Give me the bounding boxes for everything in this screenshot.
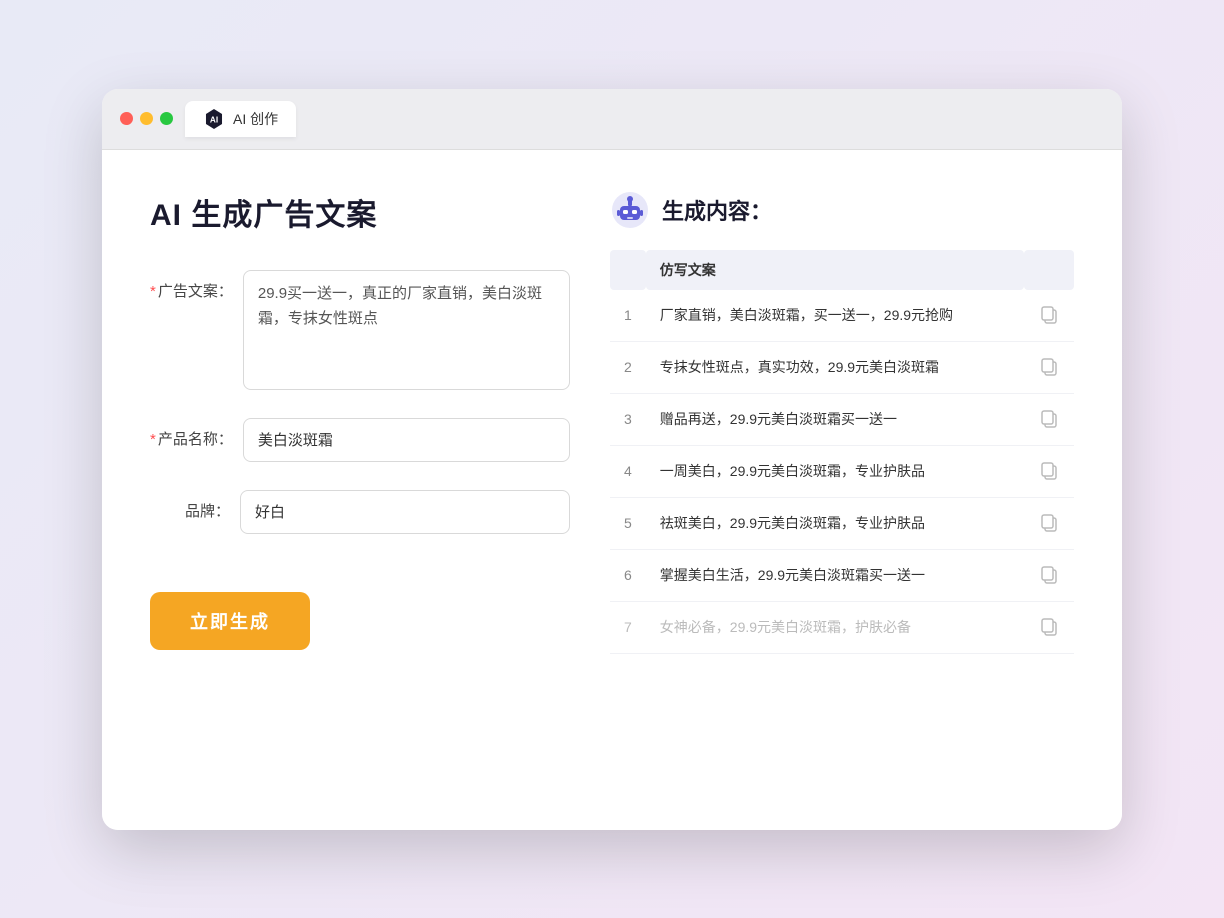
copy-icon[interactable] (1038, 511, 1060, 533)
table-row: 3 赠品再送，29.9元美白淡斑霜买一送一 (610, 393, 1074, 445)
maximize-button[interactable] (160, 112, 173, 125)
close-button[interactable] (120, 112, 133, 125)
copy-cell[interactable] (1024, 497, 1074, 549)
row-text: 赠品再送，29.9元美白淡斑霜买一送一 (646, 393, 1024, 445)
row-text: 祛斑美白，29.9元美白淡斑霜，专业护肤品 (646, 497, 1024, 549)
row-text: 掌握美白生活，29.9元美白淡斑霜买一送一 (646, 549, 1024, 601)
browser-titlebar: AI AI 创作 (102, 89, 1122, 150)
table-row: 4 一周美白，29.9元美白淡斑霜，专业护肤品 (610, 445, 1074, 497)
minimize-button[interactable] (140, 112, 153, 125)
ad-copy-textarea[interactable]: 29.9买一送一，真正的厂家直销，美白淡斑霜，专抹女性斑点 (243, 270, 570, 390)
browser-tab[interactable]: AI AI 创作 (185, 101, 296, 137)
row-num: 2 (610, 341, 646, 393)
right-panel: 生成内容： 仿写文案 1 厂家直销，美白淡斑霜，买一送一，29.9元抢购 (610, 190, 1074, 780)
row-num: 1 (610, 290, 646, 342)
traffic-lights (120, 112, 173, 125)
row-num: 6 (610, 549, 646, 601)
page-title: AI 生成广告文案 (150, 190, 570, 234)
copy-cell[interactable] (1024, 290, 1074, 342)
copy-cell[interactable] (1024, 601, 1074, 653)
result-header: 生成内容： (610, 190, 1074, 230)
table-row: 6 掌握美白生活，29.9元美白淡斑霜买一送一 (610, 549, 1074, 601)
brand-input[interactable] (240, 490, 570, 534)
ad-required-star: * (150, 283, 156, 300)
product-name-input[interactable] (243, 418, 570, 462)
copy-cell[interactable] (1024, 549, 1074, 601)
svg-text:AI: AI (210, 115, 218, 124)
row-text: 专抹女性斑点，真实功效，29.9元美白淡斑霜 (646, 341, 1024, 393)
copy-icon[interactable] (1038, 459, 1060, 481)
row-text: 一周美白，29.9元美白淡斑霜，专业护肤品 (646, 445, 1024, 497)
copy-icon[interactable] (1038, 615, 1060, 637)
robot-icon (610, 190, 650, 230)
product-name-label: *产品名称： (150, 418, 233, 449)
result-table: 仿写文案 1 厂家直销，美白淡斑霜，买一送一，29.9元抢购 2 专抹女性斑点，… (610, 250, 1074, 654)
table-row: 7 女神必备，29.9元美白淡斑霜，护肤必备 (610, 601, 1074, 653)
brand-label: 品牌： (150, 490, 230, 521)
product-required-star: * (150, 431, 156, 448)
row-num: 4 (610, 445, 646, 497)
table-row: 1 厂家直销，美白淡斑霜，买一送一，29.9元抢购 (610, 290, 1074, 342)
generate-button[interactable]: 立即生成 (150, 592, 310, 650)
copy-icon[interactable] (1038, 355, 1060, 377)
brand-group: 品牌： (150, 490, 570, 534)
tab-label: AI 创作 (233, 109, 278, 129)
copy-icon[interactable] (1038, 563, 1060, 585)
row-num: 5 (610, 497, 646, 549)
table-row: 2 专抹女性斑点，真实功效，29.9元美白淡斑霜 (610, 341, 1074, 393)
result-title: 生成内容： (662, 194, 772, 226)
product-name-group: *产品名称： (150, 418, 570, 462)
browser-content: AI 生成广告文案 *广告文案： 29.9买一送一，真正的厂家直销，美白淡斑霜，… (102, 150, 1122, 830)
copy-cell[interactable] (1024, 341, 1074, 393)
ai-tab-icon: AI (203, 108, 225, 130)
row-text: 女神必备，29.9元美白淡斑霜，护肤必备 (646, 601, 1024, 653)
row-text: 厂家直销，美白淡斑霜，买一送一，29.9元抢购 (646, 290, 1024, 342)
left-panel: AI 生成广告文案 *广告文案： 29.9买一送一，真正的厂家直销，美白淡斑霜，… (150, 190, 570, 780)
copy-icon[interactable] (1038, 303, 1060, 325)
copy-cell[interactable] (1024, 393, 1074, 445)
ad-copy-label: *广告文案： (150, 270, 233, 301)
table-header-action (1024, 250, 1074, 290)
copy-cell[interactable] (1024, 445, 1074, 497)
table-header-num (610, 250, 646, 290)
browser-window: AI AI 创作 AI 生成广告文案 *广告文案： 29.9买一送一，真正的厂家… (102, 89, 1122, 830)
ad-copy-group: *广告文案： 29.9买一送一，真正的厂家直销，美白淡斑霜，专抹女性斑点 (150, 270, 570, 390)
table-header-copy: 仿写文案 (646, 250, 1024, 290)
table-row: 5 祛斑美白，29.9元美白淡斑霜，专业护肤品 (610, 497, 1074, 549)
row-num: 3 (610, 393, 646, 445)
copy-icon[interactable] (1038, 407, 1060, 429)
row-num: 7 (610, 601, 646, 653)
